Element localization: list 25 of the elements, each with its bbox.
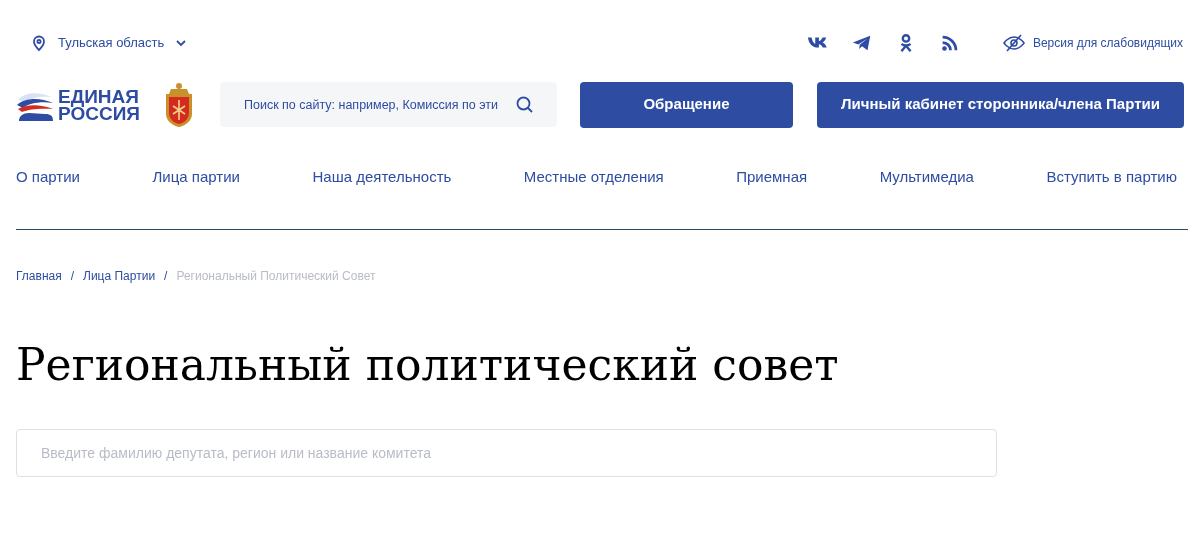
account-button[interactable]: Личный кабинет сторонника/члена Партии <box>816 81 1184 128</box>
nav-link[interactable]: О партии <box>16 165 80 189</box>
site-search-field[interactable]: Поиск по сайту: например, Комиссия по эти <box>219 82 557 127</box>
deputy-search-field[interactable]: Введите фамилию депутата, регион или название комитета <box>16 429 997 477</box>
nav-link[interactable]: Вступить в партию <box>1046 165 1177 189</box>
logo-text: ЕДИНАЯ <box>58 87 140 105</box>
location-pin-icon <box>32 35 46 51</box>
region-selector[interactable]: Тульская область <box>32 33 187 53</box>
appeal-button[interactable]: Обращение <box>579 81 793 128</box>
search-icon[interactable] <box>515 96 533 113</box>
page-title: Региональный политический совет <box>16 338 840 392</box>
breadcrumb-link[interactable]: Главная <box>16 267 62 285</box>
crossed-eye-icon <box>1002 34 1025 52</box>
breadcrumb-separator: / <box>70 268 75 285</box>
breadcrumb-separator: / <box>164 268 168 285</box>
nav-link[interactable]: Мультимедиа <box>879 165 974 189</box>
chevron-down-icon <box>176 39 187 47</box>
breadcrumb-link[interactable]: Лица Партии <box>83 267 156 285</box>
current-page-label: Региональный Политический Совет <box>176 268 376 285</box>
nav-link[interactable]: Местные отделения <box>523 165 664 189</box>
nav-link[interactable]: Лица партии <box>152 165 240 189</box>
nav-link[interactable]: Приемная <box>736 165 808 189</box>
low-vision-version-link[interactable]: Версия для слабовидящих <box>1002 34 1183 52</box>
logo[interactable]: ЕДИНАЯ РОССИЯ <box>16 87 140 122</box>
nav-link[interactable]: Наша деятельность <box>312 165 452 189</box>
